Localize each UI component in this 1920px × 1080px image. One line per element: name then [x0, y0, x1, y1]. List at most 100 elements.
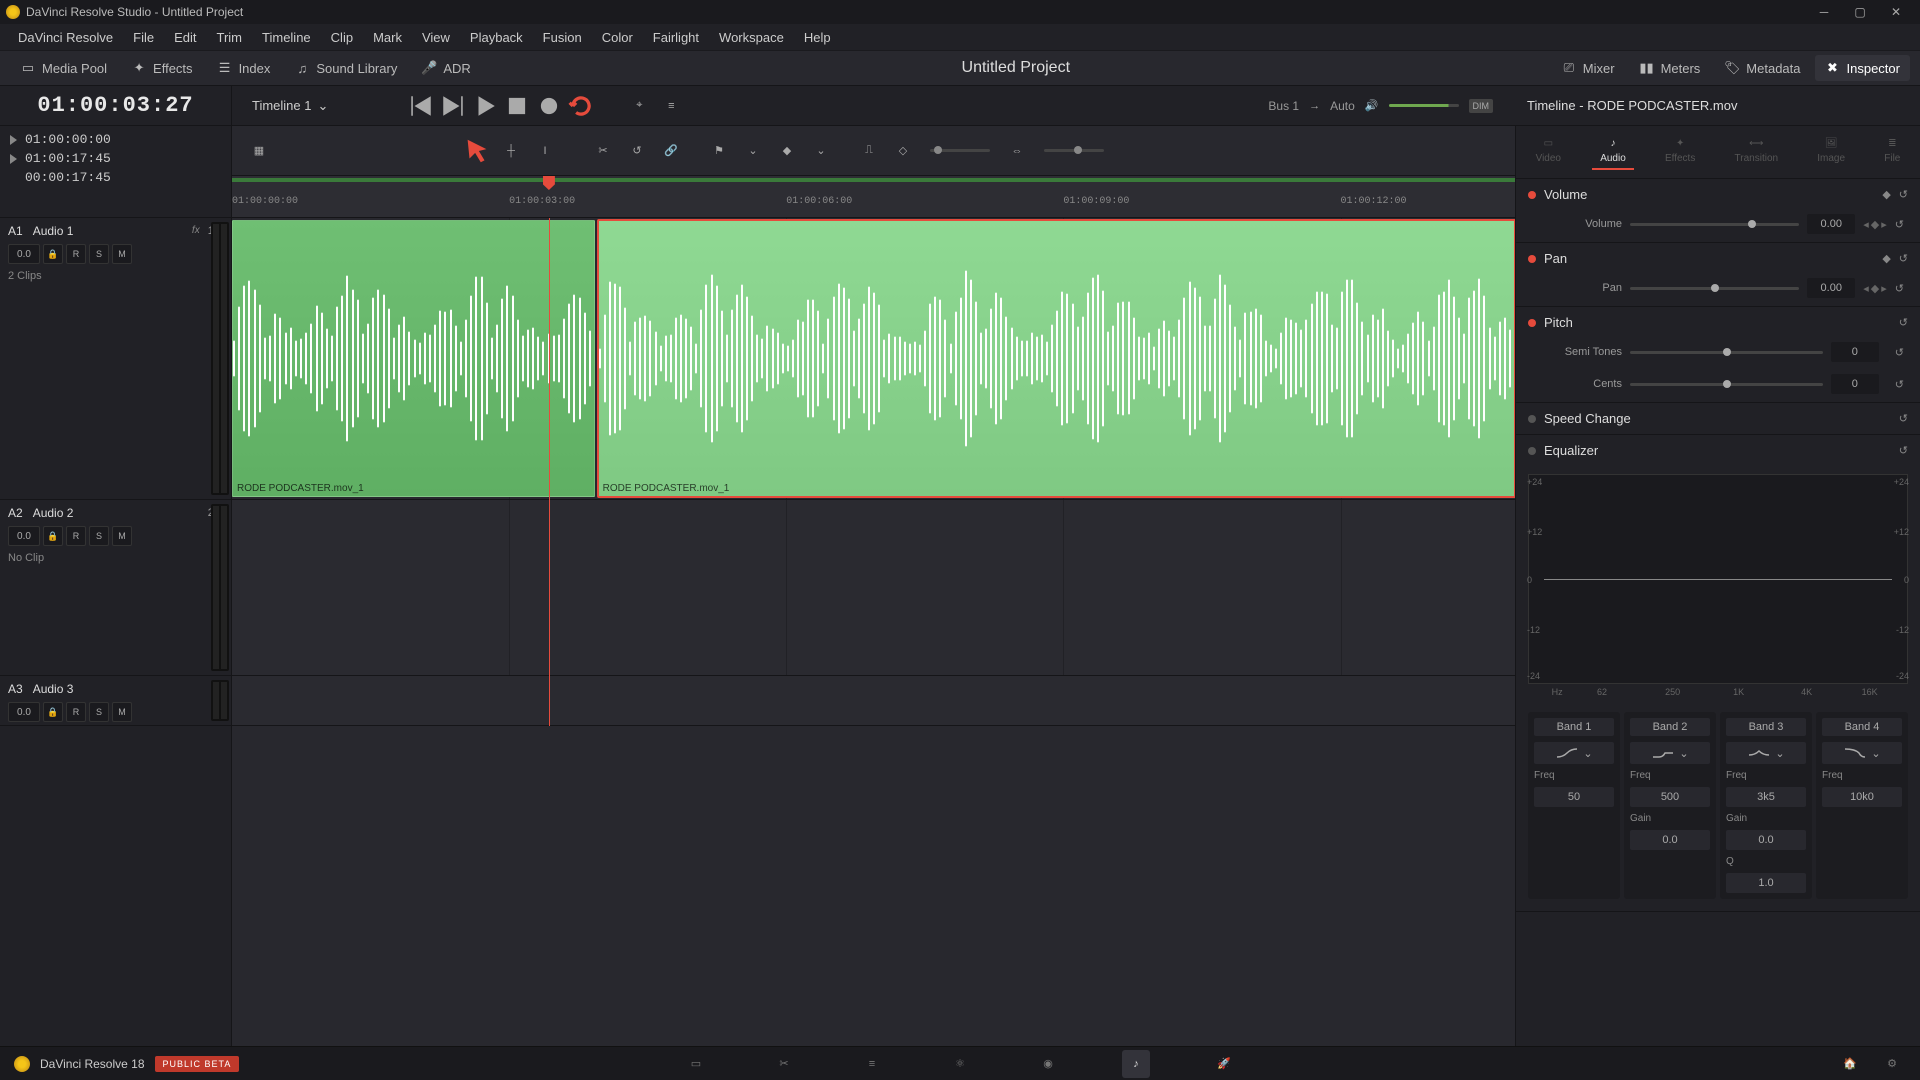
bus-label[interactable]: Bus 1: [1268, 99, 1299, 113]
menu-playback[interactable]: Playback: [460, 26, 533, 49]
band1-shape[interactable]: ⌄: [1534, 742, 1614, 764]
play-button[interactable]: [472, 93, 498, 119]
home-button[interactable]: 🏠: [1836, 1050, 1864, 1078]
stop-button[interactable]: [504, 93, 530, 119]
band3-gain[interactable]: 0.0: [1726, 830, 1806, 850]
page-deliver[interactable]: 🚀: [1210, 1050, 1238, 1078]
timeline-view-btn[interactable]: ▦: [244, 136, 274, 166]
keyframe-icon[interactable]: ◆: [1882, 188, 1890, 201]
menu-davinci[interactable]: DaVinci Resolve: [8, 26, 123, 49]
effects-button[interactable]: ✦Effects: [121, 55, 203, 81]
speed-enable-dot[interactable]: [1528, 415, 1536, 423]
marker-tool[interactable]: ◆: [772, 136, 802, 166]
semitones-slider[interactable]: [1630, 351, 1823, 354]
volume-enable-dot[interactable]: [1528, 191, 1536, 199]
audio-clip-1[interactable]: RODE PODCASTER.mov_1: [232, 220, 595, 497]
adr-button[interactable]: 🎤ADR: [411, 55, 480, 81]
pan-enable-dot[interactable]: [1528, 255, 1536, 263]
prev-button[interactable]: [408, 93, 434, 119]
pan-row-reset[interactable]: ↺: [1895, 282, 1904, 295]
eq-enable-dot[interactable]: [1528, 447, 1536, 455]
inspector-tab-transition[interactable]: ⟷Transition: [1727, 134, 1787, 170]
zoom-slider-2[interactable]: [1044, 149, 1104, 152]
band2-freq[interactable]: 500: [1630, 787, 1710, 807]
kf-next-icon[interactable]: ▸: [1881, 218, 1887, 231]
track-a3-solo[interactable]: S: [89, 702, 109, 722]
menu-view[interactable]: View: [412, 26, 460, 49]
minimize-button[interactable]: ─: [1806, 0, 1842, 24]
pitch-enable-dot[interactable]: [1528, 319, 1536, 327]
track-a2-value[interactable]: 0.0: [8, 526, 40, 546]
track-a2-mute[interactable]: M: [112, 526, 132, 546]
track-a2-arm[interactable]: R: [66, 526, 86, 546]
keyframe-icon[interactable]: ◆: [1882, 252, 1890, 265]
in-point-icon[interactable]: [10, 135, 17, 145]
band2-gain[interactable]: 0.0: [1630, 830, 1710, 850]
track-a1-lock[interactable]: 🔒: [43, 244, 63, 264]
track-a1-value[interactable]: 0.0: [8, 244, 40, 264]
dim-button[interactable]: DIM: [1469, 99, 1494, 113]
meters-button[interactable]: ▮▮Meters: [1629, 55, 1711, 81]
eq-graph[interactable]: +24 +12 0 -12 -24 +24 +12 0 -12 -24 Hz 6…: [1528, 474, 1908, 684]
razor-tool[interactable]: ✂: [588, 136, 618, 166]
band1-freq[interactable]: 50: [1534, 787, 1614, 807]
menu-fairlight[interactable]: Fairlight: [643, 26, 709, 49]
playhead[interactable]: [549, 218, 550, 726]
menu-workspace[interactable]: Workspace: [709, 26, 794, 49]
mixer-button[interactable]: ⎚Mixer: [1551, 55, 1625, 81]
band3-q[interactable]: 1.0: [1726, 873, 1806, 893]
timeline-selector[interactable]: Timeline 1⌄: [232, 98, 348, 114]
volume-row-reset[interactable]: ↺: [1895, 218, 1904, 231]
snap-tool[interactable]: ◇: [888, 136, 918, 166]
out-point-icon[interactable]: [10, 154, 17, 164]
loop-button[interactable]: [568, 93, 594, 119]
menu-color[interactable]: Color: [592, 26, 643, 49]
track-a1-mute[interactable]: M: [112, 244, 132, 264]
menu-help[interactable]: Help: [794, 26, 841, 49]
expand-tool[interactable]: ⇔: [1002, 136, 1032, 166]
zoom-slider-1[interactable]: [930, 149, 990, 152]
volume-reset[interactable]: ↺: [1899, 188, 1908, 201]
band3-shape[interactable]: ⌄: [1726, 742, 1806, 764]
semitones-value[interactable]: 0: [1831, 342, 1879, 362]
options-button[interactable]: ≡: [658, 93, 684, 119]
track-header-a2[interactable]: A2Audio 2 2.0 0.0 🔒 R S M No Clip: [0, 500, 231, 676]
inspector-tab-audio[interactable]: ♪Audio: [1592, 134, 1634, 170]
pan-slider[interactable]: [1630, 287, 1799, 290]
pitch-reset[interactable]: ↺: [1899, 316, 1908, 329]
menu-fusion[interactable]: Fusion: [533, 26, 592, 49]
chain-tool[interactable]: 🔗: [656, 136, 686, 166]
snap-button[interactable]: ⌖: [626, 93, 652, 119]
page-fairlight[interactable]: ♪: [1122, 1050, 1150, 1078]
volume-value[interactable]: 0.00: [1807, 214, 1855, 234]
track-a1-arm[interactable]: R: [66, 244, 86, 264]
range-tool[interactable]: ┼: [496, 136, 526, 166]
band4-shape[interactable]: ⌄: [1822, 742, 1902, 764]
menu-timeline[interactable]: Timeline: [252, 26, 321, 49]
sound-library-button[interactable]: ♫Sound Library: [284, 55, 407, 81]
page-cut[interactable]: ✂: [770, 1050, 798, 1078]
next-button[interactable]: [440, 93, 466, 119]
inspector-tab-image[interactable]: 🖼Image: [1809, 134, 1853, 170]
metadata-button[interactable]: 🏷Metadata: [1714, 55, 1810, 81]
automation-tool[interactable]: ⎍: [854, 136, 884, 166]
settings-button[interactable]: ⚙: [1878, 1050, 1906, 1078]
inspector-tab-effects[interactable]: ✦Effects: [1657, 134, 1703, 170]
track-a2-lock[interactable]: 🔒: [43, 526, 63, 546]
inspector-button[interactable]: ✖Inspector: [1815, 55, 1910, 81]
bus-mode[interactable]: Auto: [1330, 99, 1355, 113]
track-a3-value[interactable]: 0.0: [8, 702, 40, 722]
track-a3-mute[interactable]: M: [112, 702, 132, 722]
track-a1-solo[interactable]: S: [89, 244, 109, 264]
page-edit[interactable]: ≡: [858, 1050, 886, 1078]
maximize-button[interactable]: ▢: [1842, 0, 1878, 24]
track-header-a3[interactable]: A3Audio 3 0.0 🔒 R S M: [0, 676, 231, 726]
track-a3-arm[interactable]: R: [66, 702, 86, 722]
media-pool-button[interactable]: ▭Media Pool: [10, 55, 117, 81]
cents-value[interactable]: 0: [1831, 374, 1879, 394]
menu-file[interactable]: File: [123, 26, 164, 49]
track-lane-a3[interactable]: [232, 676, 1515, 726]
track-lane-a2[interactable]: [232, 500, 1515, 676]
volume-slider[interactable]: [1630, 223, 1799, 226]
inspector-tab-file[interactable]: ≣File: [1876, 134, 1908, 170]
